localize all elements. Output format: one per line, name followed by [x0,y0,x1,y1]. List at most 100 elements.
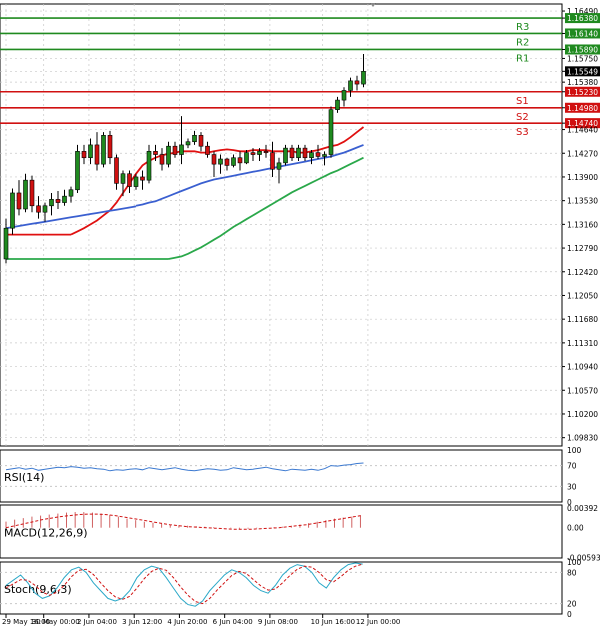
candle-body [185,141,191,146]
candle-body [263,151,269,153]
candle-body [172,145,178,155]
candle-body [198,135,204,147]
macd-label: MACD(12,26,9) [4,527,88,540]
price-tick-label: 1.16380 [567,14,598,23]
candle-body [81,151,87,159]
candle-body [289,147,295,159]
rsi-tick-label: 30 [567,482,577,491]
level-label-s2: S2 [516,112,529,123]
time-tick-label: 30 May 00:00 [32,618,80,626]
candle-body [276,162,282,170]
forex-chart: R3R2R1S1S2S3 1.164901.163801.161401.1589… [0,3,600,626]
candle-body [29,179,35,207]
price-tick-label: 1.13530 [567,197,598,206]
level-label-r1: R1 [516,53,529,64]
time-tick-label: 3 Jun 12:00 [122,618,162,626]
price-tick-label: 1.11680 [567,315,598,324]
price-tick-label: 1.10200 [567,410,598,419]
level-label-r3: R3 [516,22,529,33]
candle-body [120,173,126,184]
candle-body [211,154,217,165]
stoch-label: Stoch(9,6,3) [4,583,72,596]
candle-body [354,80,360,85]
candle-body [218,158,223,165]
stoch-tick-label: 20 [567,600,577,609]
candle-body [49,199,54,207]
price-axis: 1.164901.163801.161401.158901.157501.155… [562,7,600,443]
price-tick-label: 1.12050 [567,291,598,300]
candle-body [62,195,67,203]
candle-body [68,189,74,197]
time-tick-label: 9 Jun 08:00 [258,618,298,626]
price-tick-label: 1.16140 [567,29,598,38]
price-tick-label: 1.15750 [567,54,598,63]
candle-body [302,147,308,159]
time-tick-label: 6 Jun 04:00 [213,618,253,626]
rsi-tick-label: 70 [567,462,577,471]
candle-body [179,144,184,155]
candle-body [42,205,48,213]
candle-body [127,173,132,187]
level-label-r2: R2 [516,37,529,48]
macd-tick-label: 0.00 [567,524,584,533]
candle-body [237,157,243,164]
macd-tick-label: 0.00392 [567,504,598,513]
candle-body [36,205,41,213]
price-tick-label: 1.10940 [567,363,598,372]
time-tick-label: 10 Jun 16:00 [311,618,355,626]
candle-body [328,109,334,155]
candle-body [244,152,249,164]
candle-body [341,90,347,101]
macd-panel: 0.003920.00-0.005934MACD(12,26,9) [0,504,600,563]
candle-body [348,80,353,91]
candle-body [205,145,210,155]
candle-body [114,157,119,184]
candle-body [75,151,80,191]
candle-body [101,135,106,165]
candle-body [107,135,113,159]
candle-body [55,199,61,203]
price-tick-label: 1.14640 [567,126,598,135]
candle-body [159,154,165,165]
candle-body [140,176,145,181]
price-tick-label: 1.13900 [567,173,598,182]
price-tick-label: 1.09830 [567,434,598,443]
rsi-panel: 10070300RSI(14) [0,446,582,507]
candle-body [88,144,93,159]
candle-body [166,145,171,165]
candle-body [250,152,256,155]
rsi-tick-label: 100 [567,446,582,455]
candle-body [23,179,28,210]
candle-body [146,151,152,181]
candle-body [322,154,327,157]
candle-body [257,151,262,155]
candle-body [153,151,158,155]
price-tick-label: 1.11310 [567,339,598,348]
time-tick-label: 12 Jun 00:00 [356,618,400,626]
stoch-tick-label: 80 [567,568,577,577]
price-tick-label: 1.10570 [567,386,598,395]
stoch-tick-label: 0 [567,610,572,619]
candle-body [231,157,236,166]
candle-body [283,147,288,164]
candle-body [94,144,100,165]
time-axis: 29 May 16:0030 May 00:002 Jun 04:00 3 Jun… [2,614,400,626]
rsi-label: RSI(14) [4,471,44,484]
price-tick-label: 1.15230 [567,88,598,97]
price-tick-label: 1.15549 [567,67,598,76]
time-tick-label: 2 Jun 04:00 [77,618,117,626]
price-tick-label: 1.13160 [567,220,598,229]
stoch-tick-label: 100 [567,558,582,567]
price-tick-label: 1.14980 [567,104,598,113]
rsi-frame [0,449,563,503]
candle-body [296,147,301,159]
level-label-s3: S3 [516,127,529,138]
price-tick-label: 1.15890 [567,45,598,54]
price-tick-label: 1.14270 [567,149,598,158]
level-label-s1: S1 [516,96,529,107]
candle-body [315,152,321,157]
candle-body [335,99,340,110]
candle-body [133,176,139,187]
candle-body [16,192,22,210]
price-tick-label: 1.12420 [567,268,598,277]
